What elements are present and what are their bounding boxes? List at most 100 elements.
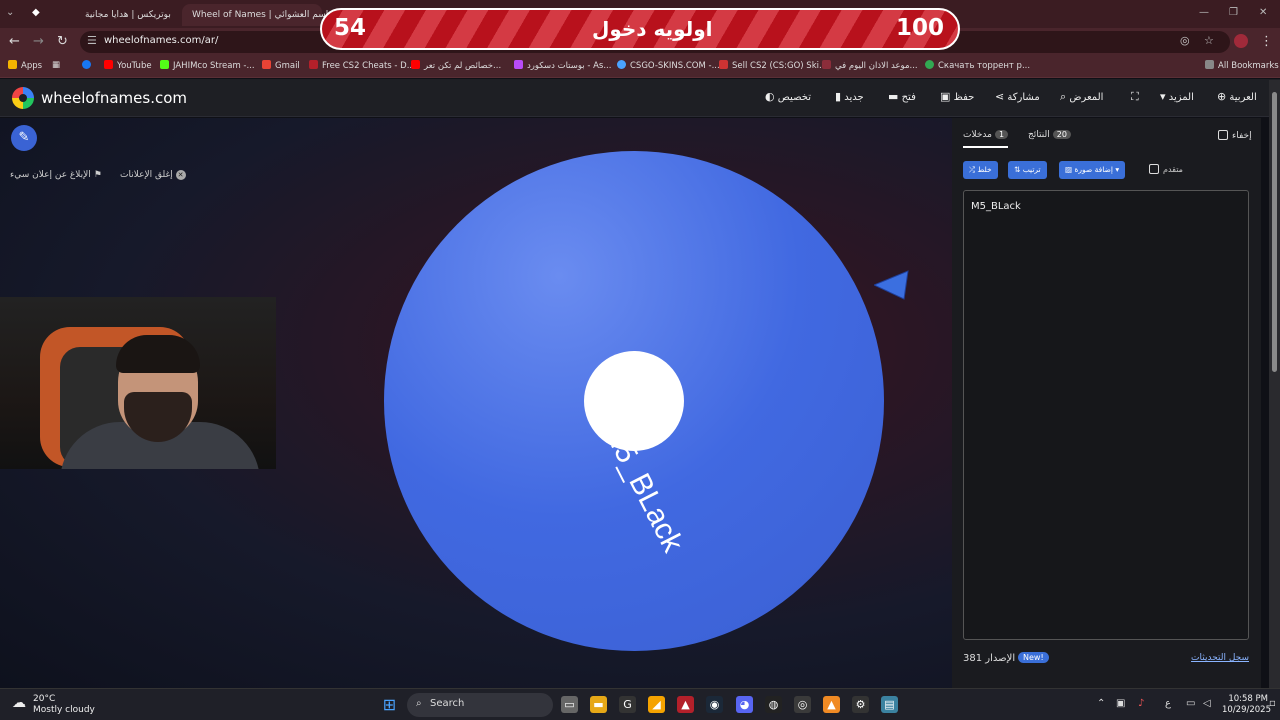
- windows-start-icon[interactable]: ⊞: [381, 696, 398, 713]
- bookmark-adhan[interactable]: موعد الاذان اليوم في...: [822, 60, 918, 71]
- wheel-svg[interactable]: M5_BLack: [383, 150, 885, 652]
- wheel-logo-icon[interactable]: [12, 87, 34, 109]
- advanced-label: متقدم: [1163, 165, 1183, 174]
- tab-results[interactable]: النتائج 20: [1028, 130, 1071, 140]
- flag-icon: ⚑: [93, 170, 102, 180]
- settings-icon[interactable]: ⚙: [852, 696, 869, 713]
- shuffle-button[interactable]: ⤮ خلط: [963, 161, 998, 179]
- forward-icon[interactable]: →: [33, 34, 44, 49]
- browser-menu-icon[interactable]: ⋮: [1260, 34, 1273, 49]
- menu-label: فتح: [901, 92, 916, 103]
- facebook-icon: [82, 60, 91, 69]
- bookmark-torrent[interactable]: Скачать торрент p...: [925, 60, 1030, 71]
- back-icon[interactable]: ←: [9, 34, 20, 49]
- bookmark-sellcs2[interactable]: Sell CS2 (CS:GO) Ski...: [719, 60, 827, 71]
- entry-line[interactable]: M5_BLack: [971, 201, 1021, 212]
- reload-icon[interactable]: ↻: [57, 34, 68, 49]
- logitech-icon[interactable]: G: [619, 696, 636, 713]
- notification-icon[interactable]: ▫: [1269, 698, 1276, 709]
- bookmark-discord-posts[interactable]: بوستات دسكورد - As...: [514, 60, 611, 71]
- tray-chevron-up-icon[interactable]: ⌃: [1097, 698, 1105, 709]
- button-label: ترتيب: [1022, 165, 1041, 174]
- gallery-button[interactable]: ⌕ المعرض: [1055, 90, 1103, 104]
- sort-icon: ⇅: [1014, 165, 1021, 174]
- share-button[interactable]: ⋖ مشاركة: [990, 90, 1040, 103]
- language-indicator[interactable]: ع: [1165, 698, 1171, 709]
- hide-label: إخفاء: [1232, 131, 1252, 141]
- minimize-button[interactable]: —: [1199, 7, 1209, 18]
- tab-wheel-of-names[interactable]: Wheel of Names | اسم العشوائي: [182, 4, 328, 26]
- cloud-icon: ☁: [12, 695, 26, 711]
- report-ad-link[interactable]: الإبلاغ عن إعلان سيء ⚑: [10, 170, 102, 180]
- wheel-stage: ✎ إغلق الإعلانات ✕ الإبلاغ عن إعلان سيء …: [0, 118, 952, 688]
- bookmark-all[interactable]: All Bookmarks: [1205, 60, 1279, 71]
- fullscreen-button[interactable]: ⛶: [1126, 90, 1139, 104]
- app-icon[interactable]: ◢: [648, 696, 665, 713]
- folder-open-icon: ▬: [888, 90, 899, 103]
- taskbar-clock[interactable]: 10:58 PM 10/29/2025: [1222, 694, 1271, 716]
- adobe-icon[interactable]: ▲: [677, 696, 694, 713]
- customize-button[interactable]: ◐ تخصيص: [760, 90, 811, 103]
- bookmark-star-icon[interactable]: ☆: [1204, 34, 1214, 47]
- bookmark-apps[interactable]: Apps: [8, 60, 42, 71]
- network-icon[interactable]: ▭: [1186, 698, 1195, 709]
- site-icon: [617, 60, 626, 69]
- chrome-icon[interactable]: ◎: [794, 696, 811, 713]
- checkbox-icon[interactable]: [1218, 130, 1228, 140]
- site-name[interactable]: wheelofnames.com: [41, 89, 187, 107]
- bookmark-facebook[interactable]: [82, 60, 95, 71]
- bookmark-grid[interactable]: ▦: [52, 60, 60, 70]
- more-menu[interactable]: ▾ المزيد: [1155, 90, 1194, 103]
- notepad-icon[interactable]: ▤: [881, 696, 898, 713]
- bookmark-cs2cheats[interactable]: Free CS2 Cheats - D...: [309, 60, 415, 71]
- version-label: الإصدار: [985, 653, 1016, 664]
- save-button[interactable]: ▣ حفظ: [935, 90, 974, 103]
- bookmark-csgoskins[interactable]: CSGO-SKINS.COM -...: [617, 60, 720, 71]
- file-explorer-icon[interactable]: ▬: [590, 696, 607, 713]
- obs-icon[interactable]: ◍: [765, 696, 782, 713]
- task-view-icon[interactable]: ▭: [561, 696, 578, 713]
- clock-time: 10:58 PM: [1228, 694, 1268, 704]
- volume-icon[interactable]: ◁: [1203, 698, 1211, 709]
- close-window-button[interactable]: ✕: [1259, 7, 1267, 18]
- tab-entries[interactable]: مدخلات 1: [963, 130, 1009, 148]
- sort-button[interactable]: ⇅ ترتيب: [1008, 161, 1047, 179]
- url-text[interactable]: wheelofnames.com/ar/: [104, 35, 218, 46]
- entries-textarea[interactable]: M5_BLack: [963, 190, 1249, 640]
- bookmark-kick[interactable]: JAHIMco Stream -...: [160, 60, 255, 71]
- open-button[interactable]: ▬ فتح: [883, 90, 916, 103]
- checkbox-icon[interactable]: [1149, 164, 1159, 174]
- microphone-icon[interactable]: ♪: [1138, 698, 1144, 709]
- discord-icon[interactable]: ◕: [736, 696, 753, 713]
- tray-app-icon[interactable]: ▣: [1116, 698, 1125, 709]
- page-scrollbar[interactable]: [1269, 80, 1280, 690]
- edit-pencil-button[interactable]: ✎: [11, 125, 37, 151]
- site-info-icon[interactable]: ☰: [87, 34, 97, 47]
- tab-search-icon[interactable]: ⌄: [6, 7, 14, 18]
- advanced-toggle[interactable]: متقدم: [1149, 164, 1183, 174]
- profile-avatar[interactable]: [1234, 34, 1248, 48]
- new-button[interactable]: ▮ جديد: [830, 90, 864, 103]
- changelog-link[interactable]: سجل التحديثات: [1191, 653, 1249, 663]
- eye-off-icon[interactable]: ◎: [1180, 34, 1190, 47]
- youtube-icon: [104, 60, 113, 69]
- bookmark-youtube-video[interactable]: خصائص لم تكن تعر...: [411, 60, 501, 71]
- search-icon: ⌕: [1060, 90, 1067, 103]
- tab-title: بوتريكس | هدايا مجانية: [85, 10, 171, 20]
- language-menu[interactable]: ⊕ العربية: [1212, 90, 1257, 103]
- bookmark-gmail[interactable]: Gmail: [262, 60, 300, 71]
- add-image-button[interactable]: ▨ إضافة صورة ▾: [1059, 161, 1126, 179]
- maximize-button[interactable]: ❐: [1229, 7, 1238, 18]
- taskbar-search[interactable]: ⌕ Search: [407, 693, 553, 717]
- wheel[interactable]: M5_BLack: [383, 150, 885, 652]
- steam-icon[interactable]: ◉: [706, 696, 723, 713]
- scrollbar-thumb[interactable]: [1272, 92, 1277, 372]
- bookmark-label: Apps: [21, 61, 43, 71]
- panel-footer: 381 الإصدار New! سجل التحديثات: [963, 652, 1249, 668]
- close-ads-link[interactable]: إغلق الإعلانات ✕: [120, 170, 186, 180]
- bookmark-youtube[interactable]: YouTube: [104, 60, 152, 71]
- extension-icon[interactable]: ◆: [32, 7, 40, 18]
- app-icon-2[interactable]: ▲: [823, 696, 840, 713]
- bookmark-label: خصائص لم تكن تعر...: [424, 61, 502, 71]
- hide-toggle[interactable]: إخفاء: [1218, 130, 1252, 141]
